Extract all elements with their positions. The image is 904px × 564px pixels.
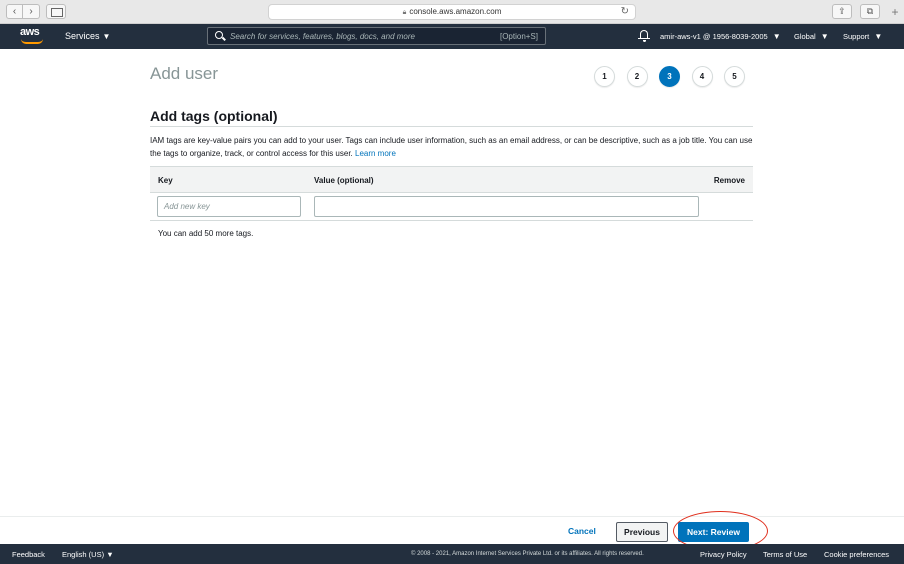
step-3-active: 3 <box>659 66 680 87</box>
page-title: Add user <box>150 64 219 83</box>
support-menu[interactable]: Support ▼ <box>843 32 882 41</box>
section-heading: Add tags (optional) <box>150 108 278 124</box>
value-input[interactable] <box>314 196 699 217</box>
privacy-policy-link[interactable]: Privacy Policy <box>700 550 747 559</box>
remaining-tags-text: You can add 50 more tags. <box>158 229 254 238</box>
learn-more-link[interactable]: Learn more <box>355 149 396 158</box>
aws-logo[interactable]: aws <box>20 27 46 45</box>
column-header-key: Key <box>158 176 173 185</box>
caret-down-icon: ▼ <box>102 32 111 41</box>
support-label: Support <box>843 32 870 41</box>
notifications-bell-icon[interactable] <box>638 29 650 43</box>
account-menu[interactable]: amir-aws-v1 @ 1956-8039-2005 ▼ <box>660 32 781 41</box>
caret-down-icon: ▼ <box>874 32 883 41</box>
step-1[interactable]: 1 <box>594 66 615 87</box>
sidebar-toggle-icon[interactable] <box>46 4 66 19</box>
region-label: Global <box>794 32 816 41</box>
aws-smile-icon <box>21 39 43 44</box>
step-5: 5 <box>724 66 745 87</box>
tabs-overview-icon[interactable]: ⧉ <box>860 4 880 19</box>
tags-table: Key Value (optional) Remove Add new key <box>150 166 753 221</box>
aws-top-nav: aws Services ▼ Search for services, featu… <box>0 24 904 49</box>
caret-down-icon: ▼ <box>772 32 781 41</box>
wizard-action-bar: Cancel Previous Next: Review <box>0 516 904 544</box>
aws-logo-text: aws <box>20 26 40 38</box>
search-icon <box>215 31 223 39</box>
cookie-preferences-link[interactable]: Cookie preferences <box>824 550 889 559</box>
search-placeholder: Search for services, features, blogs, do… <box>230 32 415 41</box>
language-label: English (US) <box>62 550 105 559</box>
wizard-steps: 1 2 3 4 5 <box>594 66 757 87</box>
address-bar[interactable]: 🔒︎ console.aws.amazon.com ↻ <box>268 4 636 20</box>
account-label: amir-aws-v1 @ 1956-8039-2005 <box>660 32 768 41</box>
caret-down-icon: ▼ <box>106 550 114 559</box>
browser-toolbar: ‹ › 🔒︎ console.aws.amazon.com ↻ ⇪ ⧉ + <box>0 0 904 24</box>
step-2[interactable]: 2 <box>626 66 648 87</box>
services-menu[interactable]: Services ▼ <box>65 31 110 41</box>
copyright-text: © 2008 - 2021, Amazon Internet Services … <box>411 551 644 557</box>
search-input[interactable]: Search for services, features, blogs, do… <box>207 27 546 45</box>
previous-button[interactable]: Previous <box>616 522 668 542</box>
terms-of-use-link[interactable]: Terms of Use <box>763 550 807 559</box>
url-text: console.aws.amazon.com <box>409 7 502 16</box>
column-header-remove: Remove <box>713 176 745 185</box>
section-divider <box>150 126 753 127</box>
share-icon[interactable]: ⇪ <box>832 4 852 19</box>
tags-description: IAM tags are key-value pairs you can add… <box>150 134 753 160</box>
key-input[interactable]: Add new key <box>157 196 301 217</box>
table-header: Key Value (optional) Remove <box>150 166 753 193</box>
browser-nav-buttons: ‹ › <box>6 4 40 19</box>
console-footer: Feedback English (US) ▼ © 2008 - 2021, A… <box>0 544 904 564</box>
table-row: Add new key <box>150 193 753 221</box>
language-selector[interactable]: English (US) ▼ <box>62 550 114 559</box>
back-button[interactable]: ‹ <box>6 4 23 19</box>
column-header-value: Value (optional) <box>314 176 374 185</box>
description-text: IAM tags are key-value pairs you can add… <box>150 136 753 158</box>
new-tab-icon[interactable]: + <box>886 4 904 20</box>
services-label: Services <box>65 31 100 41</box>
reload-icon[interactable]: ↻ <box>621 5 629 19</box>
caret-down-icon: ▼ <box>820 32 829 41</box>
feedback-link[interactable]: Feedback <box>12 550 45 559</box>
step-4: 4 <box>691 66 713 87</box>
search-shortcut: [Option+S] <box>499 32 538 41</box>
forward-button[interactable]: › <box>23 4 40 19</box>
region-menu[interactable]: Global ▼ <box>794 32 829 41</box>
cancel-button[interactable]: Cancel <box>568 526 596 536</box>
lock-icon: 🔒︎ <box>402 9 407 16</box>
